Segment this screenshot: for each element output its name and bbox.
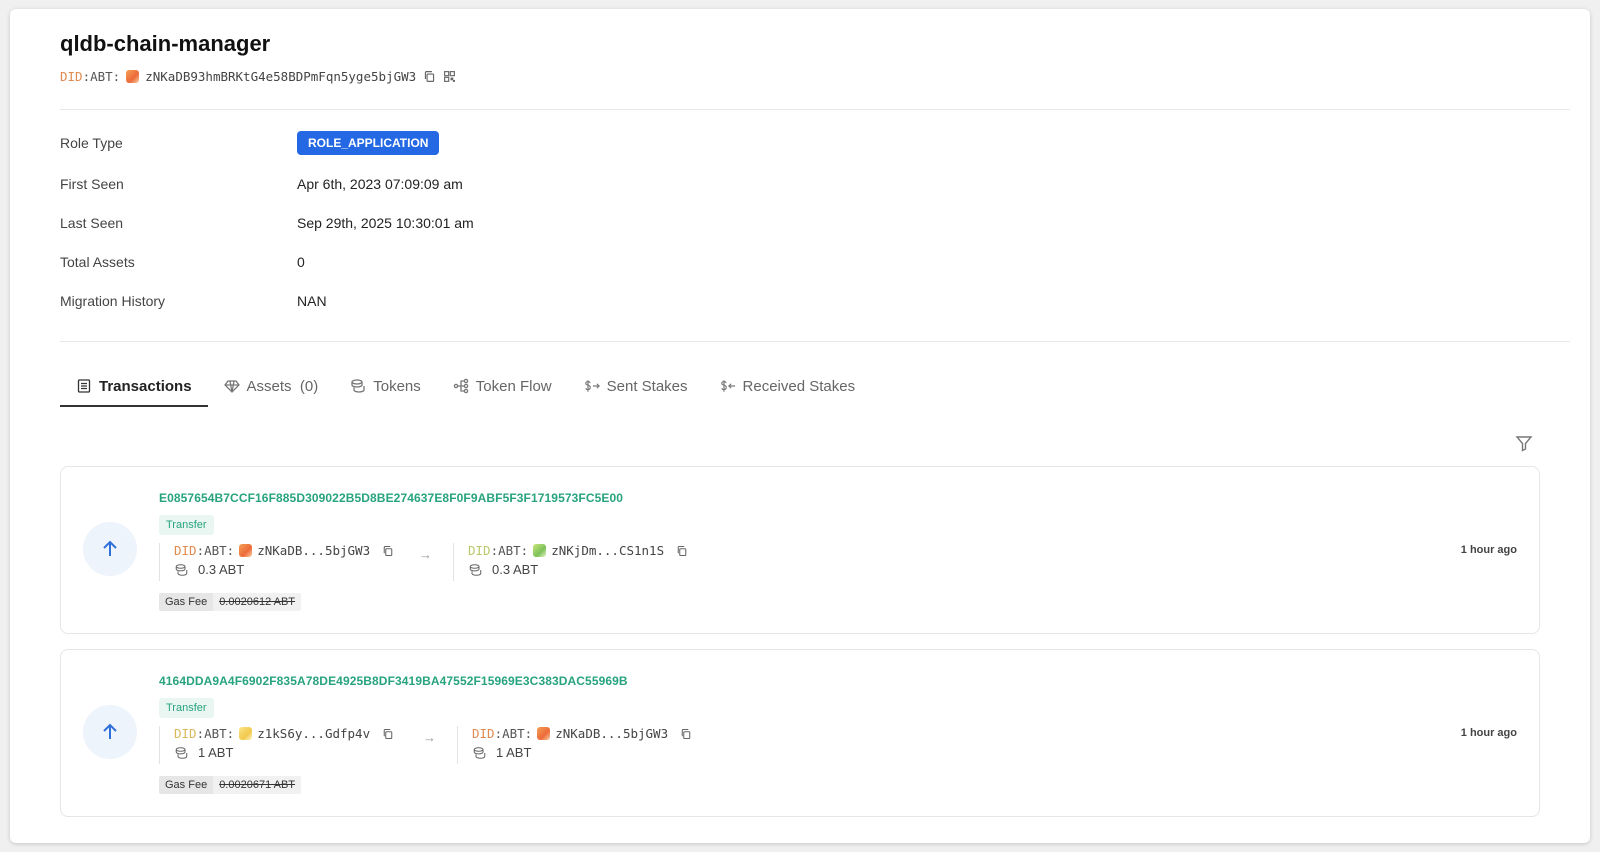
did-avatar	[239, 727, 253, 740]
detail-label: Total Assets	[60, 254, 135, 270]
detail-row-last-seen: Last Seen Sep 29th, 2025 10:30:01 am	[60, 215, 474, 231]
gas-fee-value: 0.0020671 ABT	[213, 776, 302, 794]
did-prefix: DID	[174, 726, 197, 741]
did-avatar	[126, 70, 140, 83]
arrow-right-icon: →	[419, 547, 432, 562]
tab-tokens[interactable]: Tokens	[334, 367, 437, 405]
detail-row-first-seen: First Seen Apr 6th, 2023 07:09:09 am	[60, 176, 463, 192]
gas-fee: Gas Fee 0.0020671 ABT	[159, 776, 302, 794]
sender-amount: 1 ABT	[198, 745, 234, 760]
did-prefix-abt: :ABT:	[196, 726, 235, 741]
transaction-card[interactable]: E0857654B7CCF16F885D309022B5D8BE274637E8…	[60, 466, 1540, 634]
detail-value: Apr 6th, 2023 07:09:09 am	[297, 176, 463, 192]
copy-icon[interactable]	[381, 727, 395, 741]
tx-sender: DID:ABT: z1kS6y...Gdfp4v 1 ABT	[159, 726, 395, 764]
sender-amount: 0.3 ABT	[198, 562, 245, 577]
coins-icon	[175, 563, 188, 576]
tab-assets[interactable]: Assets (0)	[208, 367, 335, 405]
gas-fee: Gas Fee 0.0020612 ABT	[159, 593, 302, 611]
copy-icon[interactable]	[422, 70, 436, 84]
tab-label: Transactions	[99, 377, 192, 395]
tx-time: 1 hour ago	[1460, 544, 1517, 556]
receiver-amount: 0.3 ABT	[492, 562, 539, 577]
filter-icon[interactable]	[1515, 434, 1533, 452]
tab-token-flow[interactable]: Token Flow	[437, 367, 568, 405]
did-avatar	[537, 727, 551, 740]
gas-fee-label: Gas Fee	[159, 593, 214, 611]
did-prefix: DID	[60, 69, 83, 84]
detail-value: NAN	[297, 293, 327, 309]
list-icon	[77, 379, 91, 393]
coins-icon	[469, 563, 482, 576]
divider	[60, 341, 1570, 342]
tab-sent-stakes[interactable]: Sent Stakes	[568, 367, 704, 405]
arrow-up-icon	[103, 540, 117, 556]
did-line: DID:ABT: zNKaDB93hmBRKtG4e58BDPmFqn5yge5…	[60, 69, 456, 84]
divider	[60, 109, 1570, 110]
copy-icon[interactable]	[679, 727, 693, 741]
did-address: zNKaDB93hmBRKtG4e58BDPmFqn5yge5bjGW3	[145, 69, 417, 84]
tx-type-badge: Transfer	[159, 515, 214, 535]
detail-value: 0	[297, 254, 305, 270]
tx-direction-badge	[83, 705, 137, 759]
sent-stake-icon	[584, 380, 600, 392]
qrcode-icon[interactable]	[442, 70, 456, 84]
diamond-icon	[223, 380, 240, 393]
flow-icon	[453, 378, 469, 394]
transaction-card[interactable]: 4164DDA9A4F6902F835A78DE4925B8DF3419BA47…	[60, 649, 1540, 817]
tab-label: Received Stakes	[742, 377, 856, 395]
did-prefix: DID	[174, 543, 197, 558]
received-stake-icon	[720, 380, 735, 392]
detail-label: Last Seen	[60, 215, 124, 231]
receiver-address[interactable]: zNKjDm...CS1n1S	[551, 543, 664, 558]
coins-icon	[473, 746, 486, 759]
detail-label: Role Type	[60, 135, 123, 151]
coins-icon	[351, 379, 365, 393]
did-avatar	[239, 544, 253, 557]
did-prefix: DID	[472, 726, 495, 741]
account-card: qldb-chain-manager DID:ABT: zNKaDB93hmBR…	[10, 9, 1590, 843]
tab-label: Token Flow	[475, 377, 552, 395]
did-prefix-abt: :ABT:	[490, 543, 529, 558]
did-prefix: DID	[468, 543, 491, 558]
did-prefix-abt: :ABT:	[494, 726, 533, 741]
tab-label: Assets (0)	[246, 377, 319, 395]
tab-transactions[interactable]: Transactions	[60, 367, 208, 407]
role-badge: ROLE_APPLICATION	[297, 131, 440, 155]
detail-row-role-type: Role Type ROLE_APPLICATION	[60, 131, 440, 155]
gas-fee-label: Gas Fee	[159, 776, 214, 794]
gas-fee-value: 0.0020612 ABT	[213, 593, 302, 611]
tab-label: Tokens	[373, 377, 421, 395]
tx-time: 1 hour ago	[1460, 727, 1517, 739]
receiver-address[interactable]: zNKaDB...5bjGW3	[555, 726, 668, 741]
detail-row-migration-history: Migration History NAN	[60, 293, 327, 309]
tx-hash-link[interactable]: 4164DDA9A4F6902F835A78DE4925B8DF3419BA47…	[159, 674, 628, 688]
page-title: qldb-chain-manager	[60, 31, 271, 56]
tab-bar: Transactions Assets (0) Tokens Token Flo…	[60, 367, 871, 407]
tx-receiver: DID:ABT: zNKaDB...5bjGW3 1 ABT	[457, 726, 693, 764]
tab-label: Sent Stakes	[606, 377, 688, 395]
arrow-up-icon	[103, 723, 117, 739]
receiver-amount: 1 ABT	[496, 745, 532, 760]
sender-address[interactable]: z1kS6y...Gdfp4v	[257, 726, 370, 741]
tx-type-badge: Transfer	[159, 698, 214, 718]
tx-direction-badge	[83, 522, 137, 576]
sender-address[interactable]: zNKaDB...5bjGW3	[257, 543, 370, 558]
coins-icon	[175, 746, 188, 759]
tab-received-stakes[interactable]: Received Stakes	[704, 367, 872, 405]
tx-hash-link[interactable]: E0857654B7CCF16F885D309022B5D8BE274637E8…	[159, 491, 623, 505]
detail-row-total-assets: Total Assets 0	[60, 254, 305, 270]
detail-label: Migration History	[60, 293, 166, 309]
copy-icon[interactable]	[381, 544, 395, 558]
tx-receiver: DID:ABT: zNKjDm...CS1n1S 0.3 ABT	[453, 543, 689, 581]
arrow-right-icon: →	[423, 730, 436, 745]
did-avatar	[533, 544, 547, 557]
detail-label: First Seen	[60, 176, 124, 192]
did-prefix-abt: :ABT:	[196, 543, 235, 558]
did-prefix-abt: :ABT:	[82, 69, 121, 84]
tx-sender: DID:ABT: zNKaDB...5bjGW3 0.3 ABT	[159, 543, 395, 581]
detail-value: Sep 29th, 2025 10:30:01 am	[297, 215, 474, 231]
copy-icon[interactable]	[675, 544, 689, 558]
